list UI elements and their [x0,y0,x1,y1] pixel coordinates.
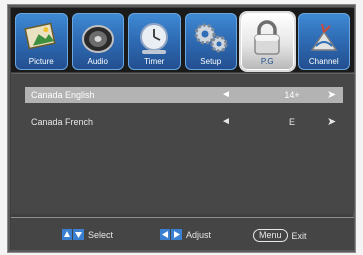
arrow-right-icon[interactable]: ➤ [327,115,336,128]
tab-label: Picture [28,57,54,66]
setup-icon [194,23,228,53]
tab-pg[interactable]: P.G [241,13,294,70]
tab-channel[interactable]: Channel [297,13,350,70]
setting-name: Canada English [31,90,95,100]
arrow-left-icon[interactable]: ◄ [221,116,231,127]
tab-timer[interactable]: Timer [128,13,181,70]
channel-icon [310,23,338,51]
exit-label: Exit [291,230,307,241]
tab-picture[interactable]: Picture [15,13,68,70]
arrow-left-icon[interactable]: ◄ [221,89,231,100]
setting-row-canada-french[interactable]: Canada French ◄ E ➤ [25,114,343,130]
timer-icon [140,23,169,54]
lock-icon [254,20,280,55]
select-hint: Select [62,229,113,240]
tab-label: Timer [144,57,165,66]
picture-icon [24,22,56,50]
tab-label: Audio [87,57,108,66]
screen-frame: Picture Audio Timer Setup P.G Channel Ca… [0,0,363,255]
arrow-right-icon[interactable]: ➤ [327,88,336,101]
setting-row-canada-english[interactable]: Canada English ◄ 14+ ➤ [25,87,343,103]
menu-tab-bar: Picture Audio Timer Setup P.G Channel [11,8,354,72]
select-label: Select [88,229,114,240]
left-right-keys-icon [160,229,182,240]
tab-setup[interactable]: Setup [184,13,237,70]
audio-icon [81,25,114,53]
settings-panel: Canada English ◄ 14+ ➤ Canada French ◄ E… [11,73,354,214]
menu-key[interactable]: Menu [253,229,288,242]
setting-value: E [288,117,295,127]
up-down-keys-icon [62,229,84,240]
tab-label: P.G [260,57,274,66]
setting-name: Canada French [31,117,94,127]
exit-hint: Menu Exit [253,229,307,242]
tab-audio[interactable]: Audio [71,13,124,70]
tab-label: Channel [308,57,339,66]
adjust-hint: Adjust [160,229,211,240]
osd-menu: Picture Audio Timer Setup P.G Channel Ca… [7,4,356,253]
tab-label: Setup [200,57,222,66]
adjust-label: Adjust [186,229,212,240]
setting-value: 14+ [284,90,300,100]
key-hint-bar: Select Adjust Menu Exit [11,217,354,250]
